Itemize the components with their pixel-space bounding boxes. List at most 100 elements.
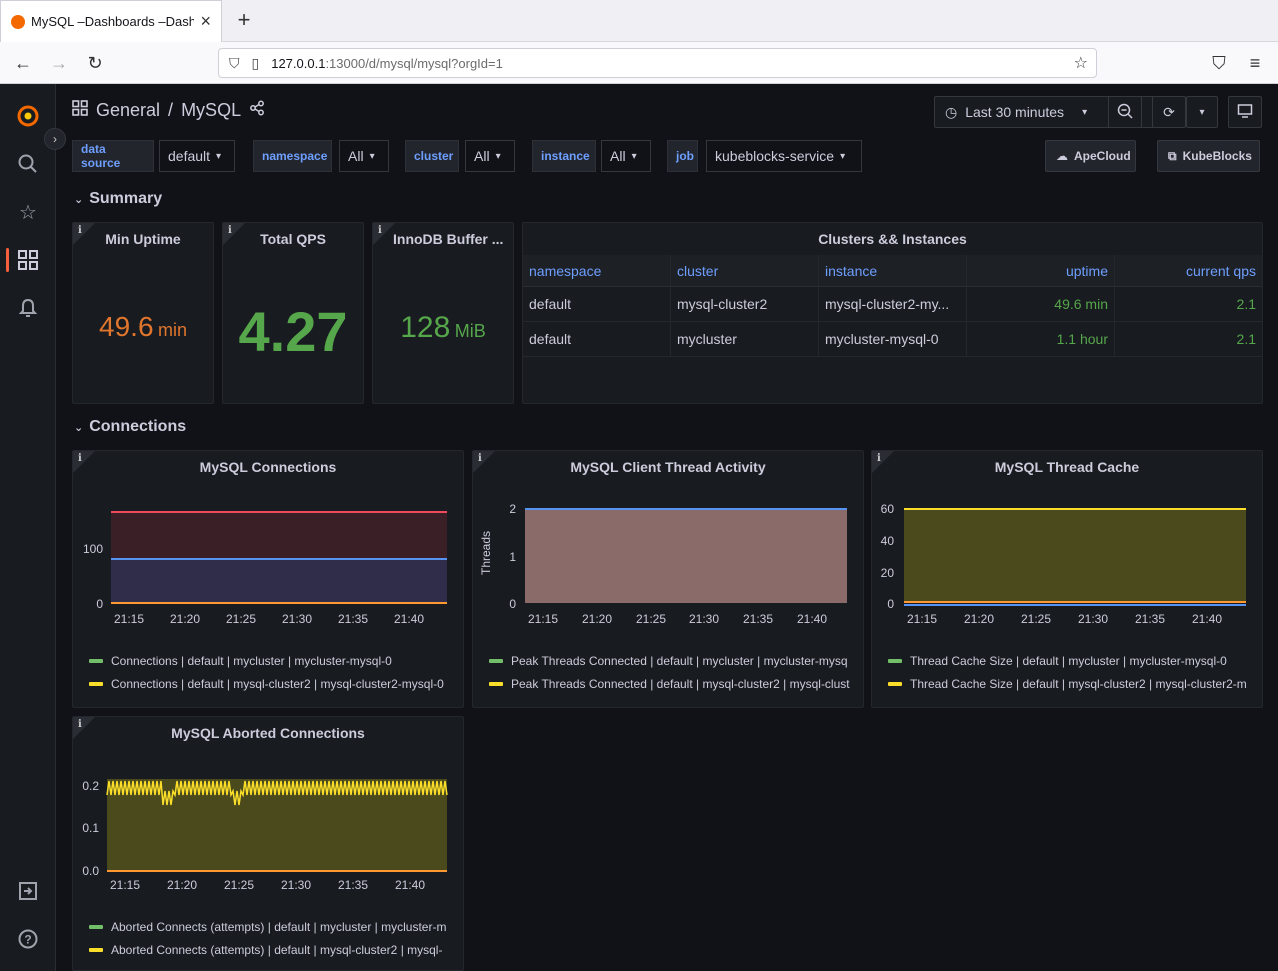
panel-total-qps[interactable]: i Total QPS 4.27: [222, 222, 364, 404]
variable-value: All: [348, 148, 364, 164]
close-tab-icon[interactable]: ×: [200, 11, 211, 32]
variable-label-instance: instance: [532, 140, 596, 172]
stat-number: 4.27: [238, 300, 348, 363]
legend-item[interactable]: Aborted Connects (attempts) | default | …: [89, 920, 459, 934]
monitor-icon: [1237, 103, 1253, 122]
page-icon: ▯: [251, 54, 260, 71]
breadcrumb-folder[interactable]: General: [96, 100, 160, 121]
grafana-favicon-icon: [11, 14, 25, 29]
variable-select-cluster[interactable]: All ▾: [465, 140, 515, 172]
chevron-down-icon: ▾: [369, 150, 375, 162]
variable-select-namespace[interactable]: All ▾: [339, 140, 389, 172]
bookmark-star-icon[interactable]: ☆: [1074, 53, 1088, 73]
panel-thread-cache[interactable]: i MySQL Thread Cache 60 40 20 0 21:15 21…: [871, 450, 1263, 708]
variable-value: default: [168, 148, 211, 164]
panel-aborted-connections[interactable]: i MySQL Aborted Connections 0.2 0.1 0.0 …: [72, 716, 464, 971]
legend-item[interactable]: Peak Threads Connected | default | myclu…: [489, 654, 859, 668]
x-tick-label: 21:40: [1192, 612, 1222, 626]
tv-mode-button[interactable]: [1228, 96, 1262, 128]
variable-select-job[interactable]: kubeblocks-service ▾: [706, 140, 862, 172]
panel-min-uptime[interactable]: i Min Uptime 49.6 min: [72, 222, 214, 404]
table-cell: mysql-cluster2-my...: [819, 287, 967, 321]
client-threads-chart: Threads 2 1 0 21:15 21:20 21:25 21:30 21…: [479, 502, 847, 626]
active-indicator: [6, 248, 9, 272]
column-header[interactable]: current qps: [1115, 255, 1262, 286]
y-tick-label: 0.0: [82, 864, 99, 878]
search-icon[interactable]: [14, 150, 42, 178]
panel-clusters-table[interactable]: Clusters && Instances namespace cluster …: [522, 222, 1263, 404]
x-ticks: 21:15 21:20 21:25 21:30 21:35 21:40: [110, 878, 425, 892]
alerting-bell-icon[interactable]: [14, 294, 42, 322]
y-tick-label: 40: [881, 534, 895, 548]
sign-in-icon[interactable]: [14, 877, 42, 905]
apecloud-link-button[interactable]: ☁ ApeCloud: [1045, 140, 1136, 172]
starred-icon[interactable]: ☆: [14, 198, 42, 226]
x-tick-label: 21:20: [170, 612, 200, 626]
legend-item[interactable]: Peak Threads Connected | default | mysql…: [489, 677, 859, 691]
clusters-table: namespace cluster instance uptime curren…: [523, 255, 1262, 357]
legend-item[interactable]: Aborted Connects (attempts) | default | …: [89, 943, 459, 957]
legend-label: Connections | default | mysql-cluster2 |…: [111, 677, 444, 691]
grafana-logo-icon[interactable]: [16, 104, 40, 128]
row-summary[interactable]: ⌄ Summary: [74, 190, 162, 208]
column-header[interactable]: cluster: [671, 255, 819, 286]
pocket-icon[interactable]: ⛉: [1207, 51, 1231, 75]
x-ticks: 21:15 21:20 21:25 21:30 21:35 21:40: [907, 612, 1222, 626]
legend-swatch: [89, 682, 103, 686]
panel-title: MySQL Aborted Connections: [171, 725, 365, 741]
panel-innodb-buffer[interactable]: i InnoDB Buffer ... 128 MiB: [372, 222, 514, 404]
breadcrumb-dashboard[interactable]: MySQL: [181, 100, 241, 121]
y-tick-label: 0: [887, 597, 894, 611]
panel-client-thread-activity[interactable]: i MySQL Client Thread Activity Threads 2…: [472, 450, 864, 708]
legend-item[interactable]: Thread Cache Size | default | mycluster …: [888, 654, 1258, 668]
legend-item[interactable]: Connections | default | mysql-cluster2 |…: [89, 677, 459, 691]
variable-select-instance[interactable]: All ▾: [601, 140, 651, 172]
url-bar[interactable]: ⛉ ▯ 127.0.0.1 :13000/d/mysql/mysql?orgId…: [218, 48, 1097, 78]
reload-icon[interactable]: ↻: [83, 51, 107, 75]
help-icon[interactable]: ?: [14, 925, 42, 953]
x-tick-label: 21:35: [1135, 612, 1165, 626]
x-tick-label: 21:15: [114, 612, 144, 626]
y-tick-label: 20: [881, 566, 895, 580]
panel-mysql-connections[interactable]: i MySQL Connections 100 0 21:15 21:20 21…: [72, 450, 464, 708]
connections-chart: 100 0 21:15 21:20 21:25 21:30 21:35 21:4…: [83, 511, 447, 626]
browser-tab[interactable]: MySQL –Dashboards –Dashb ×: [0, 0, 222, 42]
menu-icon[interactable]: ≡: [1243, 51, 1267, 75]
panel-title: Total QPS: [260, 231, 326, 247]
x-tick-label: 21:25: [224, 878, 254, 892]
y-tick-label: 2: [509, 502, 516, 516]
x-tick-label: 21:15: [528, 612, 558, 626]
variable-select-datasource[interactable]: default ▾: [159, 140, 235, 172]
new-tab-icon[interactable]: +: [232, 8, 256, 32]
x-tick-label: 21:30: [689, 612, 719, 626]
back-arrow-icon[interactable]: ←: [11, 51, 35, 75]
refresh-button[interactable]: ⟳: [1152, 96, 1186, 128]
y-tick-label: 0: [509, 597, 516, 611]
table-cell: 2.1: [1115, 287, 1262, 321]
column-header[interactable]: uptime: [967, 255, 1115, 286]
share-icon[interactable]: [249, 100, 265, 121]
column-header[interactable]: namespace: [523, 255, 671, 286]
column-header[interactable]: instance: [819, 255, 967, 286]
legend-label: Peak Threads Connected | default | myclu…: [511, 654, 848, 668]
forward-arrow-icon[interactable]: →: [47, 51, 71, 75]
breadcrumb: General / MySQL: [72, 100, 265, 121]
row-connections[interactable]: ⌄ Connections: [74, 418, 186, 436]
stat-number: 49.6: [99, 311, 154, 342]
y-tick-label: 0.2: [82, 779, 99, 793]
series-area: [525, 509, 847, 603]
legend-item[interactable]: Connections | default | mycluster | mycl…: [89, 654, 459, 668]
table-cell: default: [523, 322, 671, 356]
kubeblocks-link-button[interactable]: ⧉ KubeBlocks: [1157, 140, 1260, 172]
x-tick-label: 21:35: [338, 878, 368, 892]
stat-unit: MiB: [454, 321, 486, 341]
zoom-out-button[interactable]: [1108, 96, 1142, 128]
refresh-interval-dropdown[interactable]: ▾: [1186, 96, 1218, 128]
dashboards-icon[interactable]: [14, 246, 42, 274]
time-range-label: Last 30 minutes: [965, 104, 1065, 120]
stat-number: 128: [400, 311, 451, 344]
external-link-icon: ⧉: [1168, 148, 1177, 163]
table-header: namespace cluster instance uptime curren…: [523, 255, 1262, 287]
expand-sidebar-button[interactable]: ›: [44, 128, 66, 150]
legend-item[interactable]: Thread Cache Size | default | mysql-clus…: [888, 677, 1258, 691]
